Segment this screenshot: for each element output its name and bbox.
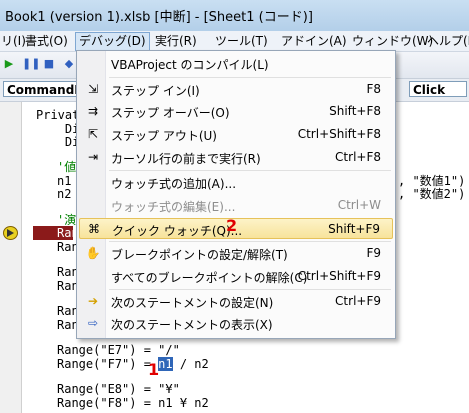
- code-line: Range("E8") = "¥": [57, 382, 180, 396]
- step-out-icon: ⇱: [87, 127, 99, 141]
- menu-item-shortcut: Shift+F8: [329, 104, 381, 118]
- selected-token[interactable]: n1: [158, 357, 173, 371]
- menu-item-label: ステップ オーバー(O): [111, 106, 230, 120]
- menu-separator: [109, 241, 391, 242]
- menu-bar: リ(I) 書式(O) デバッグ(D) 実行(R) ツール(T) アドイン(A) …: [0, 31, 469, 52]
- object-combo-value: CommandB: [7, 83, 84, 97]
- menu-item-label: すべてのブレークポイントの解除(C): [111, 271, 308, 285]
- code-line: Range("E7") = "/": [57, 343, 180, 357]
- execution-arrow-icon: [3, 226, 18, 240]
- window-title: Book1 (version 1).xlsb [中断] - [Sheet1 (コ…: [5, 10, 313, 25]
- run-to-cursor-icon: ⇥: [87, 150, 99, 164]
- annotation-number-1: 1: [148, 360, 160, 379]
- menu-addins[interactable]: アドイン(A): [278, 33, 350, 49]
- show-next-icon: ⇨: [87, 316, 99, 330]
- menu-item-shortcut: F9: [366, 246, 381, 260]
- menu-item-shortcut: Ctrl+F8: [335, 150, 381, 164]
- menu-item-shortcut: Ctrl+W: [337, 198, 381, 212]
- menu-help[interactable]: ヘルプ(H): [424, 33, 469, 49]
- title-bar: Book1 (version 1).xlsb [中断] - [Sheet1 (コ…: [0, 0, 469, 32]
- menu-item-shortcut: Ctrl+Shift+F9: [297, 269, 381, 283]
- menu-item-label: 次のステートメントの表示(X): [111, 318, 273, 332]
- menu-item-label: カーソル行の前まで実行(R): [111, 152, 261, 166]
- menu-item-label: ステップ イン(I): [111, 84, 200, 98]
- menu-item-step-out[interactable]: ⇱ ステップ アウト(U) Ctrl+Shift+F8: [79, 124, 393, 145]
- menu-format[interactable]: 書式(O): [22, 33, 71, 49]
- menu-item-show-next-statement[interactable]: ⇨ 次のステートメントの表示(X): [79, 313, 393, 334]
- menu-separator: [109, 77, 391, 78]
- menu-item-label: クイック ウォッチ(Q)...: [112, 224, 243, 238]
- code-line-fragment: , "数値2"): [398, 187, 466, 201]
- menu-item-label: ウォッチ式の編集(E)...: [111, 200, 236, 214]
- annotation-number-2: 2: [226, 216, 238, 235]
- code-text: / n2: [172, 357, 209, 371]
- menu-separator: [109, 170, 391, 171]
- procedure-combo[interactable]: Click: [409, 81, 467, 97]
- menu-item-add-watch[interactable]: ウォッチ式の追加(A)...: [79, 172, 393, 193]
- menu-item-set-next-statement[interactable]: ➔ 次のステートメントの設定(N) Ctrl+F9: [79, 291, 393, 312]
- menu-item-label: ブレークポイントの設定/解除(T): [111, 248, 288, 262]
- margin-indicator-bar[interactable]: [0, 102, 22, 413]
- design-mode-icon[interactable]: ◆: [62, 57, 76, 71]
- menu-item-label: ステップ アウト(U): [111, 129, 217, 143]
- menu-item-label: 次のステートメントの設定(N): [111, 296, 274, 310]
- glasses-icon: ⌘: [88, 222, 100, 236]
- run-icon[interactable]: ▶: [2, 57, 16, 71]
- code-line-fragment: , "数値1"): [398, 174, 466, 188]
- menu-item-edit-watch: ウォッチ式の編集(E)... Ctrl+W: [79, 195, 393, 216]
- menu-item-label: ウォッチ式の追加(A)...: [111, 177, 237, 191]
- step-over-icon: ⇉: [87, 104, 99, 118]
- menu-item-label: VBAProject のコンパイル(L): [111, 58, 269, 72]
- menu-item-compile[interactable]: VBAProject のコンパイル(L): [79, 53, 393, 74]
- arrow-right-icon: ➔: [87, 294, 99, 308]
- menu-separator: [109, 289, 391, 290]
- menu-debug[interactable]: デバッグ(D): [75, 32, 150, 51]
- stop-icon[interactable]: ■: [42, 57, 56, 71]
- code-line-selected: Range("F7") = n1 / n2: [57, 357, 209, 371]
- menu-item-clear-breakpoints[interactable]: すべてのブレークポイントの解除(C) Ctrl+Shift+F9: [79, 266, 393, 287]
- menu-tools[interactable]: ツール(T): [212, 33, 271, 49]
- menu-item-step-in[interactable]: ⇲ ステップ イン(I) F8: [79, 79, 393, 100]
- menu-item-shortcut: F8: [366, 82, 381, 96]
- menu-item-toggle-breakpoint[interactable]: ✋ ブレークポイントの設定/解除(T) F9: [79, 243, 393, 264]
- menu-item-shortcut: Ctrl+Shift+F8: [297, 127, 381, 141]
- code-line: Range("F8") = n1 ¥ n2: [57, 396, 209, 410]
- menu-item-shortcut: Shift+F9: [328, 222, 380, 236]
- menu-item-step-over[interactable]: ⇉ ステップ オーバー(O) Shift+F8: [79, 101, 393, 122]
- code-comment: '演: [57, 213, 77, 227]
- pause-icon[interactable]: ❚❚: [22, 57, 40, 71]
- debug-menu: VBAProject のコンパイル(L) ⇲ ステップ イン(I) F8 ⇉ ス…: [76, 50, 396, 339]
- procedure-combo-value: Click: [413, 83, 446, 97]
- menu-item-run-to-cursor[interactable]: ⇥ カーソル行の前まで実行(R) Ctrl+F8: [79, 147, 393, 168]
- step-in-icon: ⇲: [87, 82, 99, 96]
- code-line: n2: [57, 187, 72, 201]
- hand-icon: ✋: [85, 246, 101, 260]
- menu-run[interactable]: 実行(R): [152, 33, 200, 49]
- code-line: n1: [57, 174, 72, 188]
- code-comment: '値: [57, 160, 77, 174]
- menu-item-shortcut: Ctrl+F9: [335, 294, 381, 308]
- code-text: Range("F7") =: [57, 357, 159, 371]
